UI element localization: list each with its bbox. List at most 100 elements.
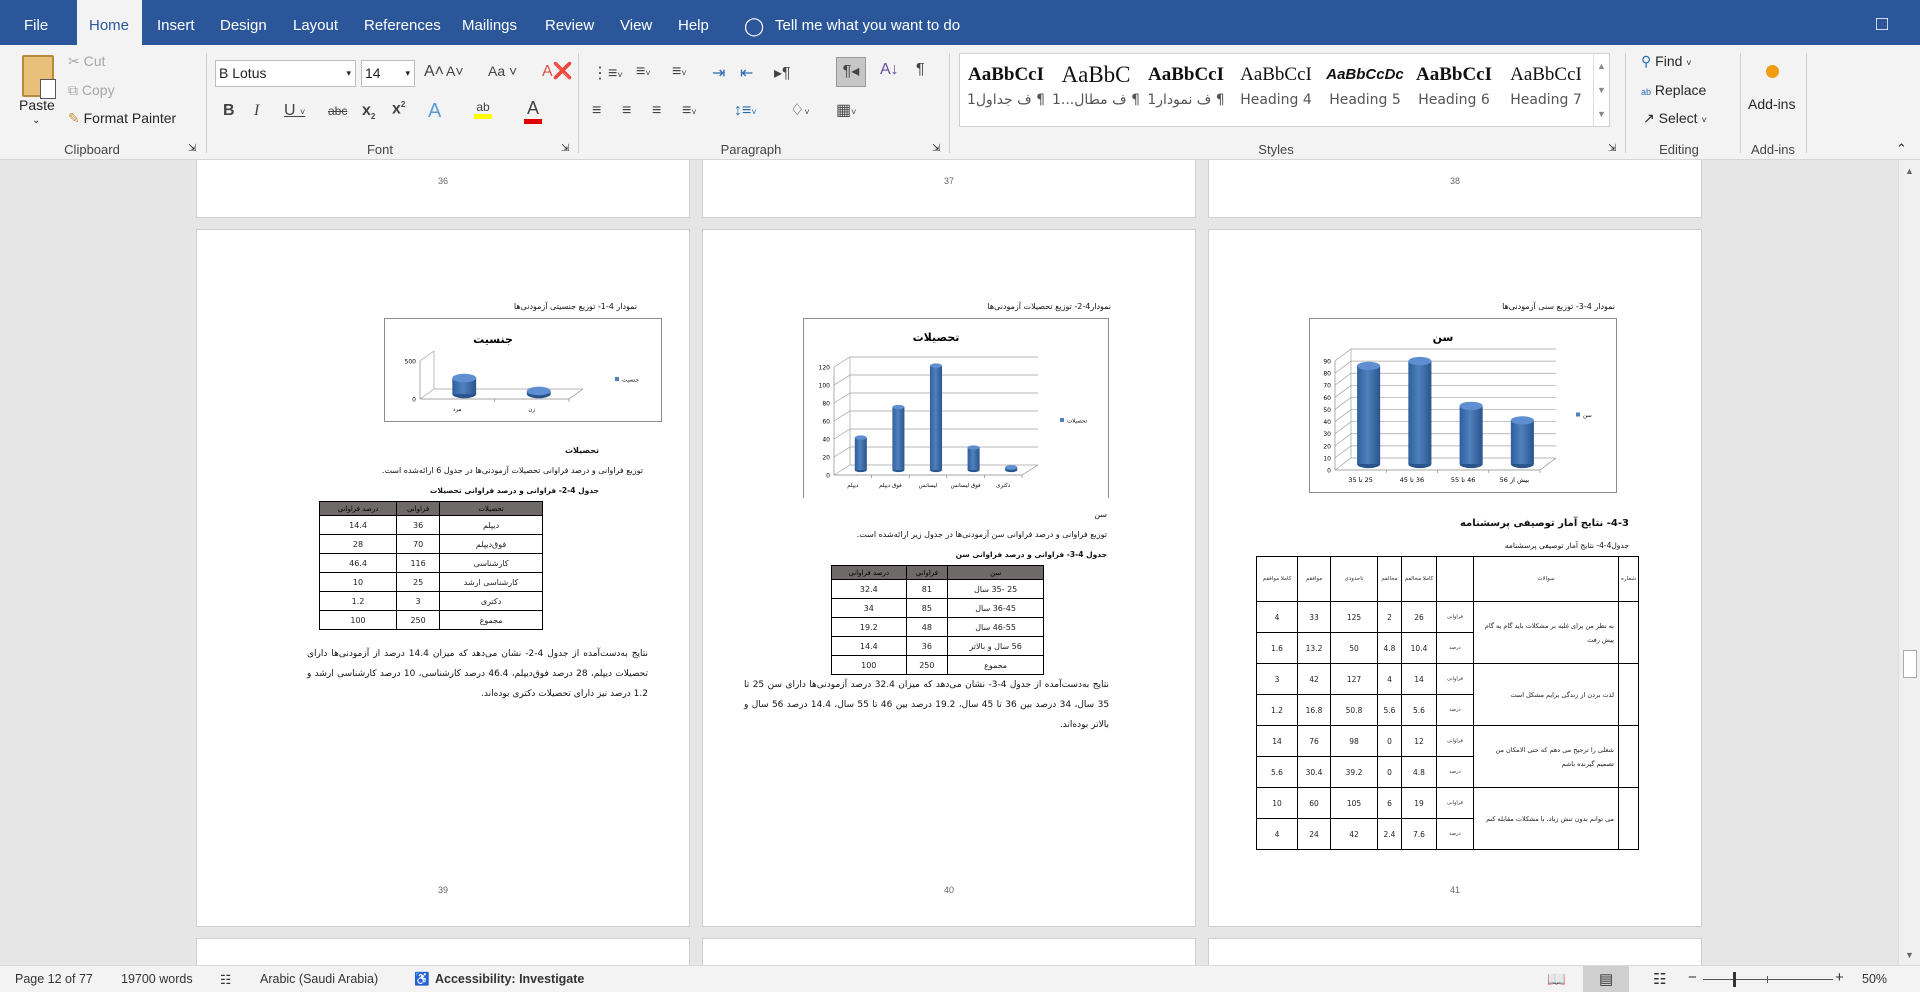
sort-icon[interactable]: A↓: [880, 61, 899, 79]
select-button[interactable]: ↗ Select ˅: [1643, 110, 1707, 127]
font-color-icon[interactable]: A: [524, 98, 542, 124]
paragraph-launcher-icon[interactable]: ⇲: [932, 143, 940, 154]
strikethrough-icon[interactable]: abc: [328, 104, 347, 118]
find-button[interactable]: ⚲ Find ˅: [1641, 53, 1692, 70]
style-item[interactable]: AaBbCcI Heading 4: [1231, 60, 1321, 108]
align-right-icon[interactable]: ≡: [652, 102, 661, 120]
font-size-input[interactable]: 14 ▾: [361, 60, 415, 87]
borders-icon[interactable]: ▦˅: [836, 100, 856, 120]
gender-chart[interactable]: جنسیت 0 500 مرد زن جنسیت: [384, 318, 662, 422]
italic-icon[interactable]: I: [254, 102, 259, 120]
zoom-out-icon[interactable]: −: [1688, 969, 1697, 986]
tell-me-search[interactable]: Tell me what you want to do: [775, 0, 960, 45]
cut-button[interactable]: ✂ Cut: [68, 53, 105, 70]
justify-icon[interactable]: ≡˅: [682, 102, 697, 120]
web-layout-icon[interactable]: ☷: [1653, 970, 1666, 988]
bar[interactable]: [854, 437, 867, 470]
style-item[interactable]: AaBbCcI ف نمودار1 ¶: [1141, 60, 1231, 108]
scroll-down-icon[interactable]: ▼: [1594, 78, 1609, 102]
styles-scroll[interactable]: ▲ ▼ ▼: [1593, 54, 1609, 126]
style-item[interactable]: AaBbCcDc Heading 5: [1320, 60, 1410, 108]
format-painter-button[interactable]: ✎ Format Painter: [68, 110, 176, 127]
tab-help[interactable]: Help: [678, 0, 709, 45]
bar[interactable]: [1459, 405, 1483, 464]
scrollbar-thumb[interactable]: [1903, 650, 1917, 678]
word-count[interactable]: 19700 words: [121, 972, 193, 986]
collapse-ribbon-icon[interactable]: ⌃: [1896, 141, 1907, 157]
change-case-icon[interactable]: Aa ˅: [488, 63, 517, 79]
tab-references[interactable]: References: [364, 0, 441, 45]
align-left-icon[interactable]: ≡: [592, 102, 601, 120]
tab-file[interactable]: File: [24, 0, 48, 45]
underline-icon[interactable]: U ˅: [284, 102, 305, 120]
shading-icon[interactable]: ♢˅: [790, 100, 810, 120]
y-tick-label: 10: [1323, 455, 1331, 462]
font-launcher-icon[interactable]: ⇲: [561, 143, 569, 154]
tab-home[interactable]: Home: [77, 0, 142, 45]
zoom-slider[interactable]: [1703, 979, 1833, 980]
tab-review[interactable]: Review: [545, 0, 594, 45]
align-center-icon[interactable]: ≡: [622, 102, 631, 120]
line-spacing-icon[interactable]: ↕≡˅: [734, 102, 757, 120]
ltr-direction-icon[interactable]: ▸¶: [774, 63, 791, 83]
bar[interactable]: [967, 447, 980, 471]
page-count[interactable]: Page 12 of 77: [15, 972, 93, 986]
language-indicator[interactable]: Arabic (Saudi Arabia): [260, 972, 378, 986]
bar[interactable]: [1357, 365, 1381, 464]
scroll-up-icon[interactable]: ▲: [1905, 166, 1914, 176]
addins-icon[interactable]: [1766, 65, 1779, 78]
addins-button[interactable]: Add-ins: [1748, 96, 1795, 112]
paste-icon[interactable]: [22, 55, 56, 99]
print-layout-button[interactable]: ▤: [1583, 966, 1629, 992]
zoom-level[interactable]: 50%: [1862, 972, 1887, 986]
tab-view[interactable]: View: [620, 0, 652, 45]
numbering-icon[interactable]: ≡˅: [636, 63, 651, 81]
highlight-icon[interactable]: ab: [474, 100, 492, 119]
proofing-icon[interactable]: ☷: [220, 972, 231, 987]
replace-button[interactable]: ab Replace: [1641, 82, 1706, 98]
bullets-icon[interactable]: ⋮≡˅: [592, 63, 623, 83]
paste-button[interactable]: Paste: [19, 97, 55, 113]
scroll-up-icon[interactable]: ▲: [1594, 54, 1609, 78]
styles-launcher-icon[interactable]: ⇲: [1608, 143, 1616, 154]
decrease-indent-icon[interactable]: ⇥: [712, 63, 725, 83]
show-marks-icon[interactable]: ¶: [916, 61, 925, 79]
comments-icon[interactable]: □: [1876, 0, 1888, 45]
superscript-icon[interactable]: x2: [392, 100, 405, 118]
accessibility-status[interactable]: Accessibility: Investigate: [435, 972, 584, 986]
scroll-down-icon[interactable]: ▼: [1905, 950, 1914, 960]
clipboard-launcher-icon[interactable]: ⇲: [188, 143, 196, 154]
style-item[interactable]: AaBbCcI Heading 7: [1501, 60, 1591, 108]
zoom-slider-thumb[interactable]: [1733, 972, 1736, 987]
tab-design[interactable]: Design: [220, 0, 267, 45]
education-chart[interactable]: تحصیلات 0 20 40 60 80 100 120 دیپلم فوق دیپلم لیسا…: [803, 318, 1109, 498]
clear-formatting-icon[interactable]: A❌: [542, 61, 573, 81]
table-cell: دکتری: [439, 591, 543, 611]
style-item[interactable]: AaBbCcI ف جداول1 ¶: [961, 60, 1051, 108]
bar[interactable]: [892, 407, 905, 470]
style-item[interactable]: AaBbC ف مطال...1 ¶: [1051, 60, 1141, 108]
bar[interactable]: [1408, 361, 1432, 464]
shrink-font-icon[interactable]: A˅: [446, 63, 464, 79]
copy-button[interactable]: ⧉ Copy: [68, 82, 115, 99]
more-styles-icon[interactable]: ▼: [1594, 102, 1609, 126]
subscript-icon[interactable]: x2: [362, 102, 375, 121]
style-item[interactable]: AaBbCcI Heading 6: [1409, 60, 1499, 108]
grow-font-icon[interactable]: A˄: [424, 63, 444, 81]
font-name-input[interactable]: B Lotus ▾: [215, 60, 356, 87]
tab-insert[interactable]: Insert: [157, 0, 195, 45]
bar[interactable]: [1510, 420, 1534, 464]
increase-indent-icon[interactable]: ⇤: [740, 63, 753, 83]
zoom-in-icon[interactable]: +: [1835, 969, 1844, 986]
rtl-direction-icon[interactable]: ¶◂: [836, 57, 866, 87]
paste-chevron-icon[interactable]: ⌄: [32, 115, 40, 126]
age-chart[interactable]: سن 0 10 20 30 40 50 60 70 80 90 25 تا 35 36 تا 45 46 …: [1309, 318, 1617, 493]
bar[interactable]: [929, 365, 943, 470]
vertical-scrollbar[interactable]: ▲ ▼: [1898, 160, 1920, 965]
multilevel-list-icon[interactable]: ≡˅: [672, 63, 687, 81]
tab-layout[interactable]: Layout: [293, 0, 338, 45]
read-mode-icon[interactable]: 📖: [1547, 970, 1566, 988]
bold-icon[interactable]: B: [223, 102, 235, 120]
tab-mailings[interactable]: Mailings: [462, 0, 517, 45]
text-effects-icon[interactable]: A: [428, 100, 441, 123]
